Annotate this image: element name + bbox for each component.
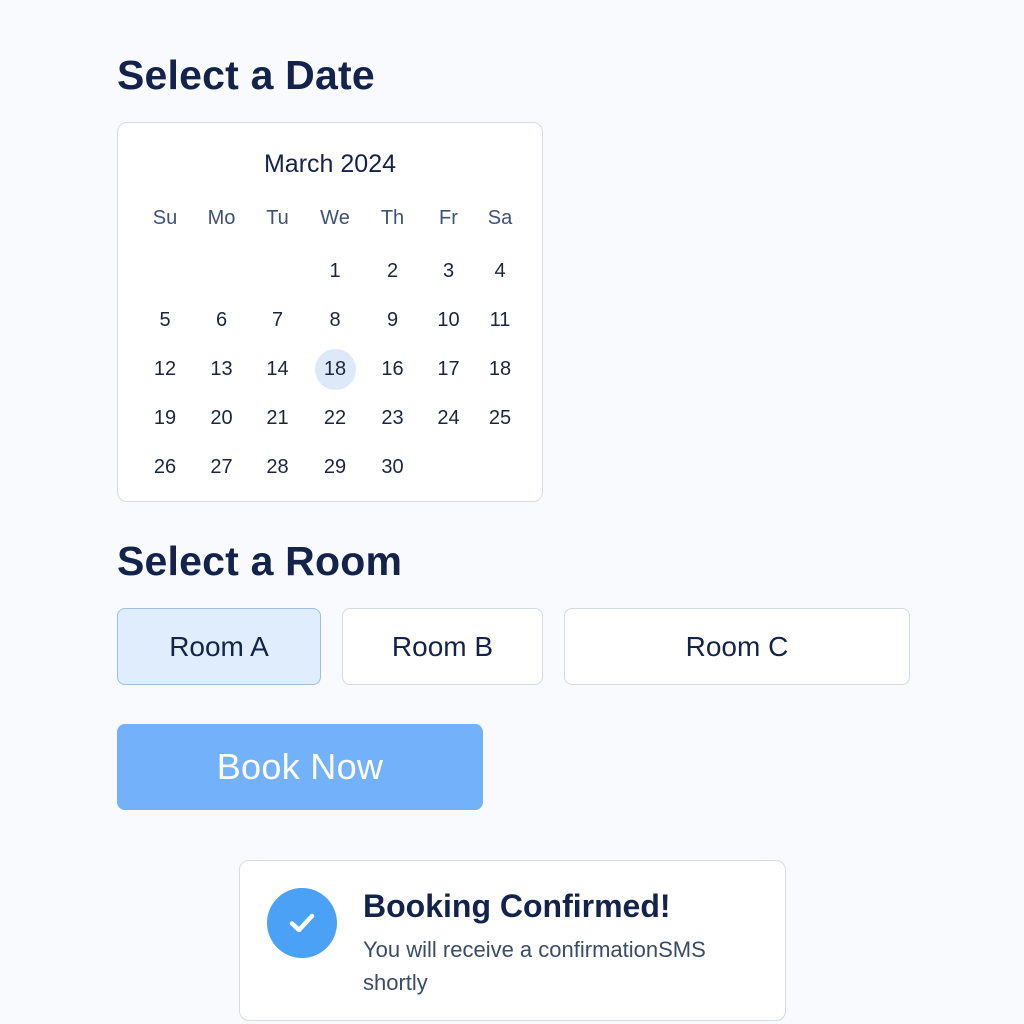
- calendar-day-number: 9: [386, 309, 399, 331]
- calendar-day-number: 6: [215, 309, 228, 331]
- calendar-day-number: 18: [488, 358, 512, 380]
- calendar-day-number: 21: [266, 407, 289, 429]
- calendar-day[interactable]: 21: [249, 394, 306, 443]
- calendar-blank-cell: [249, 247, 306, 296]
- weekday-label: Sa: [487, 207, 513, 229]
- calendar-day[interactable]: 18: [476, 345, 524, 394]
- calendar-day-number: 24: [437, 407, 460, 429]
- weekday-label: Fr: [439, 207, 458, 229]
- calendar-day[interactable]: 5: [136, 296, 194, 345]
- weekday-label: Su: [152, 207, 178, 229]
- calendar-day-number: 11: [489, 309, 511, 331]
- calendar: March 2024 Su Mo Tu We Th Fr Sa 12345678…: [117, 122, 543, 502]
- calendar-day[interactable]: 16: [364, 345, 421, 394]
- calendar-day[interactable]: 7: [249, 296, 306, 345]
- calendar-day[interactable]: 24: [421, 394, 476, 443]
- calendar-day-number: 19: [153, 407, 177, 429]
- calendar-day[interactable]: 27: [194, 443, 249, 492]
- calendar-month-label: March 2024: [263, 150, 397, 178]
- weekday-label: Tu: [266, 207, 289, 229]
- booking-page: Select a Date March 2024 Su Mo Tu We Th …: [0, 0, 1024, 1024]
- calendar-day-number: 23: [381, 407, 404, 429]
- booking-confirmed-toast: Booking Confirmed! You will receive a co…: [239, 860, 786, 1021]
- calendar-day[interactable]: 11: [476, 296, 524, 345]
- calendar-day[interactable]: 28: [249, 443, 306, 492]
- calendar-day[interactable]: 6: [194, 296, 249, 345]
- calendar-day-number: 30: [381, 456, 404, 478]
- calendar-day[interactable]: 3: [421, 247, 476, 296]
- calendar-day-number: 29: [323, 456, 347, 478]
- book-now-button[interactable]: Book Now: [117, 724, 483, 810]
- room-b-button[interactable]: Room B: [342, 608, 543, 685]
- calendar-day[interactable]: 29: [306, 443, 364, 492]
- calendar-day[interactable]: 20: [194, 394, 249, 443]
- calendar-day[interactable]: 12: [136, 345, 194, 394]
- weekday-label: Th: [380, 207, 405, 229]
- calendar-day-grid: 1 2 3 4 5 6 7 8 9 10 11 12 13 14 18 16 17 18 19 20 21 22 23 24 2…: [136, 247, 524, 492]
- calendar-day-number: 26: [153, 456, 177, 478]
- calendar-day[interactable]: 10: [421, 296, 476, 345]
- calendar-day[interactable]: 26: [136, 443, 194, 492]
- weekday-label: Mo: [207, 207, 236, 229]
- calendar-day-number: 8: [329, 309, 341, 331]
- calendar-weekday-row: Su Mo Tu We Th Fr Sa: [136, 205, 524, 231]
- calendar-day-number: 17: [437, 358, 460, 380]
- calendar-day-number: 14: [266, 358, 289, 380]
- calendar-day-selected[interactable]: 18: [306, 345, 364, 394]
- calendar-day[interactable]: 1: [306, 247, 364, 296]
- calendar-day[interactable]: 9: [364, 296, 421, 345]
- calendar-day[interactable]: 23: [364, 394, 421, 443]
- calendar-day-number: 1: [329, 260, 341, 282]
- calendar-day-number: 12: [153, 358, 177, 380]
- select-date-title: Select a Date: [117, 52, 375, 98]
- calendar-day[interactable]: 30: [364, 443, 421, 492]
- calendar-day-number: 4: [494, 260, 506, 282]
- calendar-day-number: 10: [437, 309, 460, 331]
- calendar-blank-cell: [136, 247, 194, 296]
- calendar-day-number: 2: [386, 260, 399, 282]
- select-room-title: Select a Room: [117, 538, 403, 584]
- calendar-day[interactable]: 8: [306, 296, 364, 345]
- calendar-day-number: 7: [271, 309, 284, 331]
- checkmark-icon: [267, 888, 337, 958]
- toast-message: You will receive a confirmationSMS short…: [363, 937, 706, 995]
- calendar-day-number: 20: [210, 407, 233, 429]
- calendar-day-number: 25: [488, 407, 512, 429]
- calendar-day[interactable]: 4: [476, 247, 524, 296]
- calendar-day-number: 28: [266, 456, 289, 478]
- room-a-button[interactable]: Room A: [117, 608, 321, 685]
- calendar-day[interactable]: 17: [421, 345, 476, 394]
- calendar-day[interactable]: 13: [194, 345, 249, 394]
- calendar-day[interactable]: 19: [136, 394, 194, 443]
- toast-title: Booking Confirmed!: [363, 888, 671, 924]
- calendar-day-number: 16: [381, 358, 404, 380]
- calendar-day-number: 18: [314, 349, 356, 390]
- calendar-day[interactable]: 25: [476, 394, 524, 443]
- calendar-day-number: 5: [159, 309, 171, 331]
- calendar-day-number: 13: [210, 358, 233, 380]
- calendar-day[interactable]: 22: [306, 394, 364, 443]
- calendar-day-number: 27: [210, 456, 233, 478]
- room-c-button[interactable]: Room C: [564, 608, 910, 685]
- calendar-blank-cell: [194, 247, 249, 296]
- calendar-day[interactable]: 2: [364, 247, 421, 296]
- weekday-label: We: [320, 207, 350, 229]
- calendar-day-number: 22: [323, 407, 347, 429]
- calendar-day[interactable]: 14: [249, 345, 306, 394]
- calendar-day-number: 3: [442, 260, 455, 282]
